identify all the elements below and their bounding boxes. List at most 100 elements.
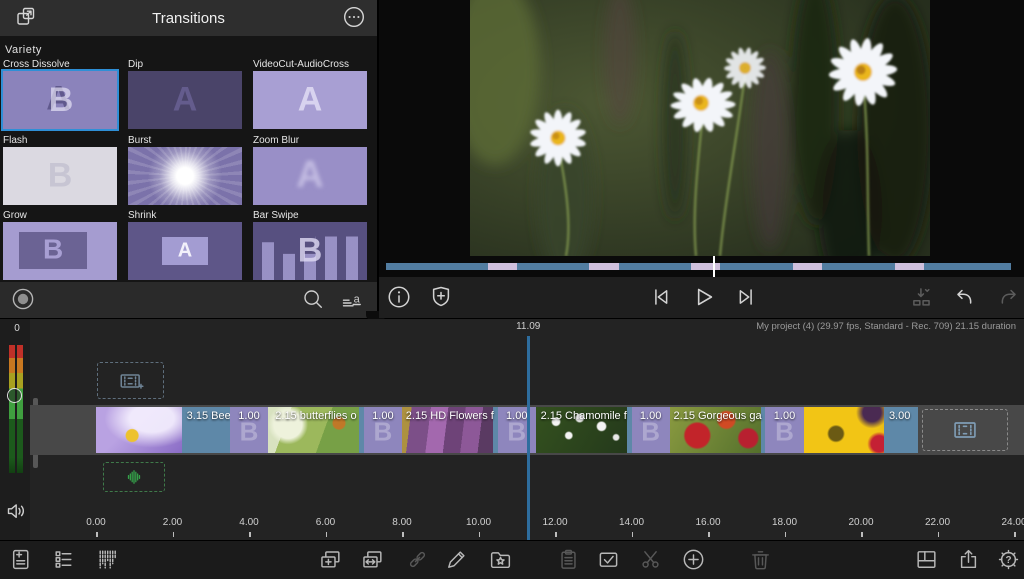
- playhead-timecode: 11.09: [498, 321, 558, 332]
- scrubber-segment-transition[interactable]: [488, 263, 517, 270]
- clip-list-icon[interactable]: [49, 547, 77, 575]
- scrubber-segment-transition[interactable]: [589, 263, 618, 270]
- skip-forward-icon[interactable]: [731, 283, 761, 313]
- timeline-clip-video[interactable]: 2.15 Gorgeous ga: [670, 407, 766, 453]
- clip-presets-icon[interactable]: [486, 547, 514, 575]
- tile-thumbnail: B: [3, 222, 117, 280]
- audio-track-placeholder[interactable]: [103, 462, 165, 492]
- multi-select-icon[interactable]: [594, 547, 622, 575]
- overlay-track-placeholder[interactable]: [97, 362, 164, 399]
- svg-text:?: ?: [1005, 555, 1011, 566]
- timeline-playhead[interactable]: [527, 336, 530, 540]
- scrubber-playhead[interactable]: [713, 256, 715, 277]
- transition-tile-flash[interactable]: FlashB: [3, 135, 117, 205]
- scrubber-segment-transition[interactable]: [793, 263, 822, 270]
- clip-label: 2.15 butterflies o: [275, 410, 356, 422]
- link-clips-icon[interactable]: [403, 547, 431, 575]
- timeline-clip-video[interactable]: 2.15 HD Flowers f: [402, 407, 498, 453]
- clip-label: 1.00: [372, 410, 393, 422]
- edit-pencil-icon[interactable]: [442, 547, 470, 575]
- tile-label: Dip: [128, 59, 242, 71]
- transition-tile-cross-dissolve[interactable]: Cross DissolveAB: [3, 59, 117, 129]
- speaker-icon[interactable]: [4, 499, 28, 523]
- category-label: Variety: [5, 44, 42, 56]
- tile-label: Grow: [3, 210, 117, 222]
- timeline-clip-transition[interactable]: B1.00: [230, 407, 268, 453]
- ruler-tick: [632, 532, 634, 537]
- record-icon[interactable]: [9, 287, 37, 313]
- transition-tile-videocut[interactable]: VideoCut-AudioCrossA: [253, 59, 367, 129]
- timeline-clip-video[interactable]: 2.15 Chamomile f: [536, 407, 632, 453]
- timeline-clip-transition[interactable]: B1.00: [632, 407, 670, 453]
- clip-thumbnail: [804, 407, 884, 453]
- ruler-tick: [708, 532, 710, 537]
- scrubber-segment-transition[interactable]: [691, 263, 720, 270]
- tile-label: Bar Swipe: [253, 210, 367, 222]
- sort-az-icon[interactable]: a: [338, 287, 366, 313]
- scrubber-segment-video[interactable]: [517, 263, 590, 270]
- volume-knob[interactable]: [7, 388, 22, 403]
- timeline-clip-transition[interactable]: B1.00: [498, 407, 536, 453]
- keyframe-extract-icon[interactable]: [907, 283, 937, 313]
- scrubber-segment-video[interactable]: [822, 263, 895, 270]
- paste-icon[interactable]: [554, 547, 582, 575]
- panel-title: Transitions: [0, 10, 377, 27]
- clip-label: 3.15 Bee: [187, 410, 230, 422]
- tile-label: Shrink: [128, 210, 242, 222]
- ruler-label: 6.00: [304, 517, 348, 528]
- skip-back-icon[interactable]: [646, 283, 676, 313]
- transition-tile-zoom-blur[interactable]: Zoom BlurA: [253, 135, 367, 205]
- delete-trash-icon[interactable]: [746, 547, 774, 575]
- video-editor-app: Transitions Variety Cross DissolveABDipA…: [0, 0, 1024, 579]
- transition-tile-bar-swipe[interactable]: Bar SwipeB: [253, 210, 367, 280]
- preview-scrubber[interactable]: [386, 263, 1011, 270]
- screen-layout-icon[interactable]: [912, 547, 940, 575]
- info-icon[interactable]: [384, 283, 414, 313]
- ruler-tick: [96, 532, 98, 537]
- scrubber-segment-video[interactable]: [924, 263, 1011, 270]
- ruler-label: 0.00: [74, 517, 118, 528]
- transition-tile-dip[interactable]: DipA: [128, 59, 242, 129]
- clip-label: 2.15 Gorgeous ga: [674, 410, 762, 422]
- scrubber-segment-video[interactable]: [386, 263, 488, 270]
- play-icon[interactable]: [688, 283, 718, 313]
- search-icon[interactable]: [299, 287, 327, 313]
- panel-header: Transitions: [0, 0, 377, 36]
- ruler-tick: [402, 532, 404, 537]
- transition-tile-grow[interactable]: GrowB: [3, 210, 117, 280]
- undo-icon[interactable]: [950, 283, 980, 313]
- shield-plus-icon[interactable]: [426, 283, 456, 313]
- transitions-panel: Transitions Variety Cross DissolveABDipA…: [0, 0, 377, 318]
- scrubber-segment-video[interactable]: [720, 263, 793, 270]
- tile-label: Flash: [3, 135, 117, 147]
- overwrite-clip-icon[interactable]: [358, 547, 386, 575]
- transition-tile-burst[interactable]: Burst: [128, 135, 242, 205]
- ruler-label: 18.00: [763, 517, 807, 528]
- share-export-icon[interactable]: [954, 547, 982, 575]
- transition-tile-shrink[interactable]: ShrinkBA: [128, 210, 242, 280]
- ruler-label: 24.00: [992, 517, 1024, 528]
- ruler-label: 4.00: [227, 517, 271, 528]
- append-clip-placeholder[interactable]: [922, 409, 1008, 451]
- help-settings-icon[interactable]: ?: [994, 547, 1022, 575]
- split-scissors-icon[interactable]: [636, 547, 664, 575]
- timeline-clip-video[interactable]: 3.00: [804, 407, 919, 453]
- scrubber-segment-transition[interactable]: [895, 263, 924, 270]
- redo-icon[interactable]: [993, 283, 1023, 313]
- tile-thumbnail: A: [128, 71, 242, 129]
- scrubber-segment-video[interactable]: [619, 263, 692, 270]
- tile-thumbnail: B: [3, 147, 117, 205]
- track-layout-icon[interactable]: [93, 547, 121, 575]
- timeline-clip-video[interactable]: 2.15 butterflies o: [268, 407, 364, 453]
- insert-clip-icon[interactable]: [316, 547, 344, 575]
- import-project-icon[interactable]: [7, 547, 35, 575]
- clip-label: 2.15 Chamomile f: [541, 410, 627, 422]
- clip-label: 1.00: [506, 410, 527, 422]
- preview-controls: [379, 277, 1024, 318]
- timeline-clip-transition[interactable]: B1.00: [765, 407, 803, 453]
- timeline-clip-video[interactable]: 3.15 Bee: [96, 407, 230, 453]
- more-options-icon[interactable]: [340, 5, 368, 31]
- timeline-clip-transition[interactable]: B1.00: [364, 407, 402, 453]
- tile-label: Zoom Blur: [253, 135, 367, 147]
- add-circle-icon[interactable]: [679, 547, 707, 575]
